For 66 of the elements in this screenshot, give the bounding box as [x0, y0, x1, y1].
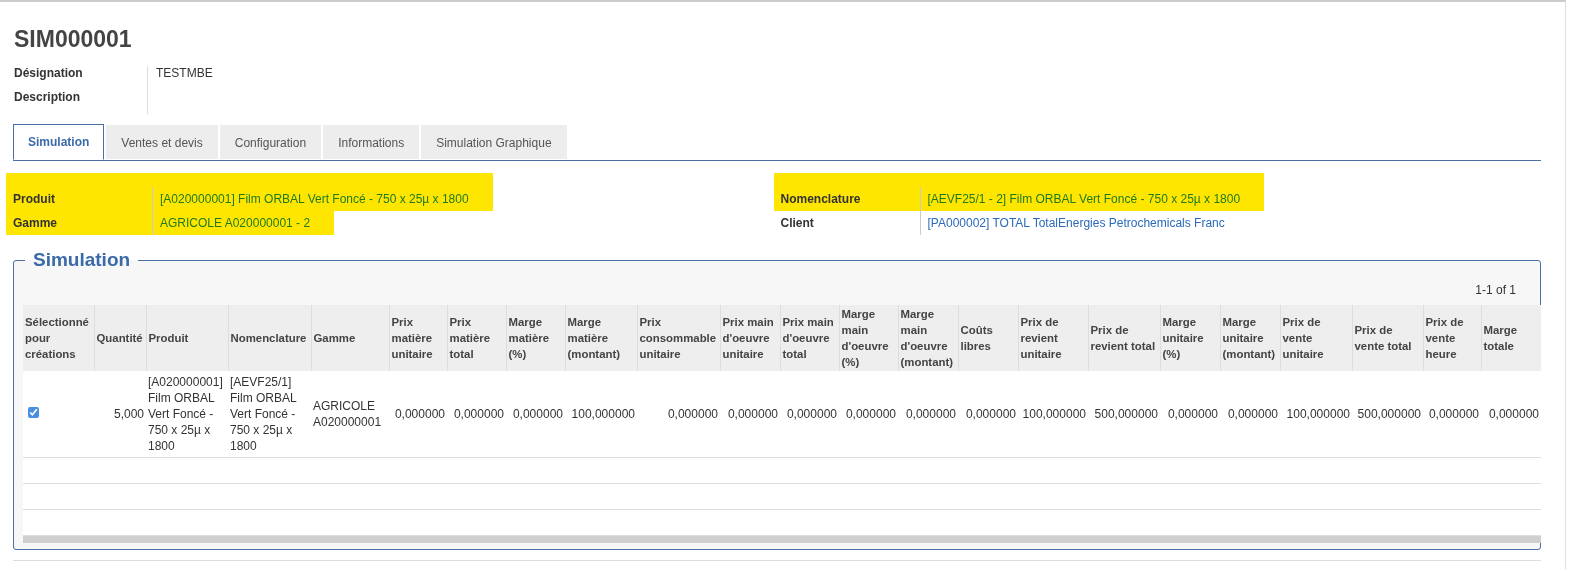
table-cell: [AEVF25/1] Film ORBAL Vert Foncé - 750 x 25µ x 1800 — [228, 371, 311, 458]
column-header[interactable]: Marge matière (montant) — [565, 305, 637, 371]
table-cell: 0,000000 — [1220, 371, 1280, 458]
column-header[interactable]: Sélectionné pour créations — [23, 305, 94, 371]
table-cell: 0,000000 — [898, 371, 958, 458]
tab[interactable]: Simulation — [13, 124, 105, 160]
table-cell: 0,000000 — [1423, 371, 1481, 458]
field-link[interactable]: AGRICOLE A020000001 - 2 — [160, 216, 311, 230]
field-value: TESTMBE — [156, 66, 213, 80]
column-header[interactable]: Marge totale — [1481, 305, 1541, 371]
column-header[interactable]: Prix de vente total — [1352, 305, 1423, 371]
column-header[interactable]: Marge matière (%) — [506, 305, 565, 371]
column-header[interactable]: Quantité — [94, 305, 146, 371]
tab[interactable]: Configuration — [219, 125, 322, 159]
table-cell: 0,000000 — [389, 371, 447, 458]
column-header[interactable]: Produit — [146, 305, 228, 371]
table-cell: 0,000000 — [447, 371, 506, 458]
table-cell: 0,000000 — [506, 371, 565, 458]
table-cell: 0,000000 — [958, 371, 1018, 458]
column-header[interactable]: Prix matière total — [447, 305, 506, 371]
horizontal-scrollbar[interactable] — [23, 536, 1541, 543]
column-header[interactable]: Prix de vente heure — [1423, 305, 1481, 371]
column-header[interactable]: Prix de vente unitaire — [1280, 305, 1352, 371]
column-header[interactable]: Prix main d'oeuvre total — [780, 305, 839, 371]
field-link[interactable]: [AEVF25/1 - 2] Film ORBAL Vert Foncé - 750 x 25µ x 1800 — [927, 192, 1241, 206]
section-title: Simulation — [32, 249, 132, 271]
column-header[interactable]: Prix consommable unitaire — [637, 305, 720, 371]
table-cell: 500,000000 — [1088, 371, 1160, 458]
table-cell: 100,000000 — [565, 371, 637, 458]
column-header[interactable]: Nomenclature — [228, 305, 311, 371]
pager-text: 1-1 of 1 — [1475, 283, 1516, 297]
column-header[interactable]: Marge unitaire (montant) — [1220, 305, 1280, 371]
field-label: Nomenclature — [779, 192, 862, 206]
column-header[interactable]: Gamme — [311, 305, 389, 371]
table-cell: 5,000 — [94, 371, 146, 458]
table-cell: AGRICOLE A020000001 — [311, 371, 389, 458]
column-header[interactable]: Prix de revient total — [1088, 305, 1160, 371]
table-cell: 0,000000 — [1160, 371, 1220, 458]
tab[interactable]: Ventes et devis — [106, 125, 218, 159]
table-cell: [A020000001] Film ORBAL Vert Foncé - 750 x 25µ x 1800 — [146, 371, 228, 458]
field-label: Désignation — [13, 66, 84, 80]
table-cell: 0,000000 — [637, 371, 720, 458]
record-title: SIM000001 — [14, 26, 133, 52]
field-link[interactable]: [PA000002] TOTAL TotalEnergies Petrochemicals Franc — [927, 216, 1225, 230]
column-header[interactable]: Marge main d'oeuvre (%) — [839, 305, 898, 371]
tab[interactable]: Informations — [323, 125, 420, 159]
field-label: Produit — [12, 192, 56, 206]
field-label: Gamme — [12, 216, 59, 230]
column-header[interactable]: Prix matière unitaire — [389, 305, 447, 371]
table-cell: 0,000000 — [720, 371, 780, 458]
table-cell: 0,000000 — [780, 371, 839, 458]
field-link[interactable]: [A020000001] Film ORBAL Vert Foncé - 750 x 25µ x 1800 — [160, 192, 469, 206]
tab[interactable]: Simulation Graphique — [421, 125, 567, 159]
column-header[interactable]: Marge unitaire (%) — [1160, 305, 1220, 371]
table-cell: 500,000000 — [1352, 371, 1423, 458]
column-header[interactable]: Coûts libres — [958, 305, 1018, 371]
table-cell: 0,000000 — [1481, 371, 1541, 458]
column-header[interactable]: Prix main d'oeuvre unitaire — [720, 305, 780, 371]
table-cell: 100,000000 — [1018, 371, 1088, 458]
row-checkbox[interactable] — [28, 407, 39, 418]
column-header[interactable]: Prix de revient unitaire — [1018, 305, 1088, 371]
table-cell: 100,000000 — [1280, 371, 1352, 458]
field-label: Description — [13, 90, 81, 104]
field-label: Client — [779, 216, 815, 230]
column-header[interactable]: Marge main d'oeuvre (montant) — [898, 305, 958, 371]
table-cell: 0,000000 — [839, 371, 898, 458]
